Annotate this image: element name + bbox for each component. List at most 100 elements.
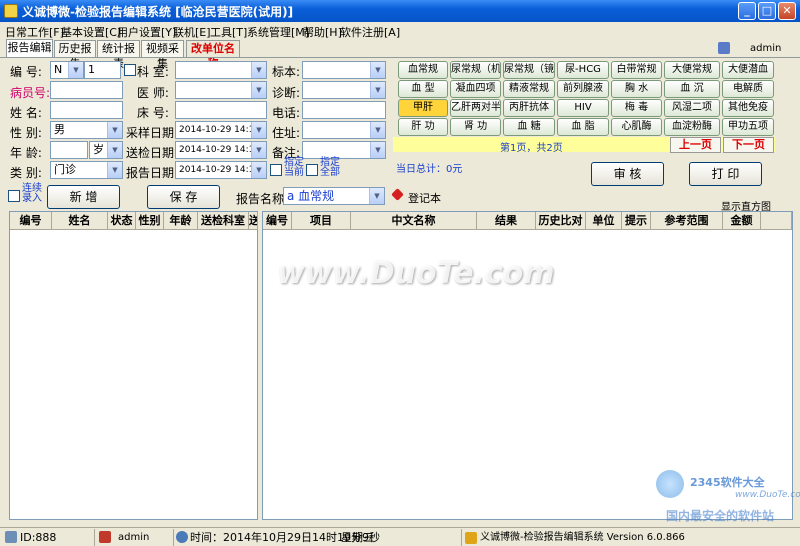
menu-user-settings[interactable]: 用户设置[Y] [117, 24, 176, 40]
continuous-entry-checkbox[interactable] [8, 190, 20, 202]
close-button[interactable]: ✕ [778, 2, 796, 20]
category-select[interactable]: 门诊 ▼ [50, 161, 123, 179]
case-number-input[interactable] [50, 81, 123, 99]
maximize-button[interactable]: □ [758, 2, 776, 20]
test-button[interactable]: HIV [557, 99, 609, 117]
col-result-number[interactable]: 编号 [263, 212, 292, 230]
menu-tools[interactable]: 工具[T] [210, 24, 247, 40]
specify-current-checkbox[interactable] [270, 164, 282, 176]
test-button[interactable]: 血 脂 [557, 118, 609, 136]
department-select[interactable]: ▼ [175, 61, 267, 79]
menu-help[interactable]: 帮助[H] [303, 24, 342, 40]
bed-input[interactable] [175, 101, 267, 119]
test-button[interactable]: 乙肝两对半 [450, 99, 501, 117]
test-button[interactable]: 尿-HCG [557, 61, 609, 79]
next-page-button[interactable]: 下一页 [723, 137, 774, 153]
test-button[interactable]: 尿常规（机） [450, 61, 501, 79]
test-button[interactable]: 胸 水 [611, 80, 662, 98]
test-button[interactable]: 甲功五项 [722, 118, 774, 136]
col-send[interactable]: 送 [249, 212, 258, 230]
phone-input[interactable] [302, 101, 386, 119]
col-chinese-name[interactable]: 中文名称 [351, 212, 477, 230]
prev-page-button[interactable]: 上一页 [670, 137, 721, 153]
specify-all-checkbox[interactable] [306, 164, 318, 176]
test-button[interactable]: 丙肝抗体 [503, 99, 555, 117]
number-input[interactable]: 1 [84, 61, 121, 79]
doctor-select[interactable]: ▼ [175, 81, 267, 99]
test-button[interactable]: 心肌酶 [611, 118, 662, 136]
minimize-button[interactable]: _ [738, 2, 756, 20]
add-button[interactable]: 新 增 [47, 185, 120, 209]
address-select[interactable]: ▼ [302, 121, 386, 139]
report-name-select[interactable]: a 血常规 ▼ [283, 187, 385, 205]
patient-list-table[interactable]: 编号 姓名 状态 性别 年龄 送检科室 送 [9, 211, 258, 520]
register-book-link[interactable]: 登记本 [408, 190, 441, 206]
col-item[interactable]: 项目 [292, 212, 351, 230]
menu-basic-settings[interactable]: 基本设置[C] [61, 24, 121, 40]
test-button[interactable]: 肾 功 [450, 118, 501, 136]
send-date-picker[interactable]: 2014-10-29 14:19 ▼ [175, 141, 267, 159]
tab-video-capture[interactable]: 视频采集 [141, 40, 184, 70]
test-button[interactable]: 血常规 [398, 61, 448, 79]
test-button[interactable]: 血 沉 [664, 80, 720, 98]
col-amount[interactable]: 金额 [723, 212, 761, 230]
col-name[interactable]: 姓名 [52, 212, 108, 230]
test-button[interactable]: 精液常规 [503, 80, 555, 98]
report-name-label: 报告名称: [236, 192, 289, 206]
header-user: admin [750, 43, 782, 54]
test-button[interactable]: 其他免疫 [722, 99, 774, 117]
col-number[interactable]: 编号 [10, 212, 52, 230]
menu-online[interactable]: 联机[E] [173, 24, 211, 40]
daily-total: 当日总计：0元 [396, 164, 463, 175]
test-button[interactable]: 尿常规（镜） [503, 61, 555, 79]
tab-history-report[interactable]: 历史报告 [54, 40, 96, 70]
gender-select[interactable]: 男 ▼ [50, 121, 123, 139]
department-checkbox[interactable] [124, 64, 136, 76]
bed-label: 床 号: [137, 106, 169, 120]
report-date-picker[interactable]: 2014-10-29 14:19 ▼ [175, 161, 267, 179]
tab-change-unit-name[interactable]: 改单位名称 [186, 40, 240, 70]
col-age[interactable]: 年龄 [164, 212, 198, 230]
col-history-compare[interactable]: 历史比对 [536, 212, 586, 230]
tab-report-edit[interactable]: 报告编辑 [6, 39, 53, 58]
test-button[interactable]: 大便常规 [664, 61, 720, 79]
test-button[interactable]: 凝血四项 [450, 80, 501, 98]
test-button[interactable]: 甲肝 [398, 99, 448, 117]
test-button[interactable]: 血 型 [398, 80, 448, 98]
save-button[interactable]: 保 存 [147, 185, 220, 209]
menu-registration[interactable]: 软件注册[A] [340, 24, 400, 40]
print-button[interactable]: 打 印 [689, 162, 762, 186]
sample-date-picker[interactable]: 2014-10-29 14:19 ▼ [175, 121, 267, 139]
col-gender[interactable]: 性别 [136, 212, 164, 230]
col-hint[interactable]: 提示 [622, 212, 651, 230]
specify-all-label: 指定 全部 [320, 157, 340, 178]
number-prefix-select[interactable]: N ▼ [50, 61, 84, 79]
remark-select[interactable]: ▼ [302, 141, 386, 159]
tab-statistics[interactable]: 统计报表 [97, 40, 140, 70]
doctor-label: 医 师: [137, 86, 169, 100]
col-department[interactable]: 送检科室 [198, 212, 249, 230]
age-unit-select[interactable]: 岁 ▼ [89, 141, 123, 159]
menu-system-management[interactable]: 系统管理[M] [247, 24, 309, 40]
test-button[interactable]: 肝 功 [398, 118, 448, 136]
test-button[interactable]: 血 糖 [503, 118, 555, 136]
col-status[interactable]: 状态 [108, 212, 136, 230]
tab-divider [0, 57, 800, 58]
test-button[interactable]: 血淀粉酶 [664, 118, 720, 136]
col-unit[interactable]: 单位 [586, 212, 622, 230]
test-button[interactable]: 风湿二项 [664, 99, 720, 117]
watermark-logo-text: 2345软件大全 [690, 476, 765, 489]
col-reference-range[interactable]: 参考范围 [651, 212, 723, 230]
specimen-select[interactable]: ▼ [302, 61, 386, 79]
test-button[interactable]: 大便潜血 [722, 61, 774, 79]
diagnosis-select[interactable]: ▼ [302, 81, 386, 99]
menu-daily-work[interactable]: 日常工作[F] [5, 24, 64, 40]
col-result[interactable]: 结果 [477, 212, 536, 230]
test-button[interactable]: 梅 毒 [611, 99, 662, 117]
test-button[interactable]: 前列腺液 [557, 80, 609, 98]
test-button[interactable]: 电解质 [722, 80, 774, 98]
name-input[interactable] [50, 101, 123, 119]
test-button[interactable]: 白带常规 [611, 61, 662, 79]
age-input[interactable] [50, 141, 88, 159]
review-button[interactable]: 审 核 [591, 162, 664, 186]
